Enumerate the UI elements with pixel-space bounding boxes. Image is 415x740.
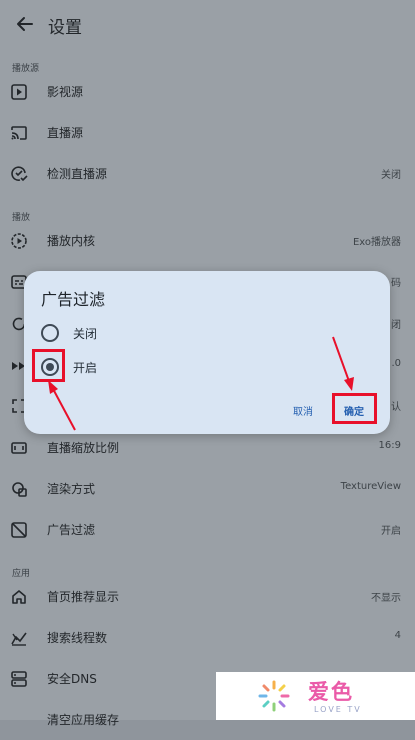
watermark-subtext: LOVE TV bbox=[314, 705, 362, 714]
annotation-arrow-radio bbox=[51, 386, 76, 431]
flower-icon bbox=[258, 680, 290, 712]
watermark-text: 爱色 bbox=[308, 680, 354, 704]
watermark-logo: 爱色 LOVE TV bbox=[216, 672, 415, 720]
annotation-arrow-confirm bbox=[332, 336, 351, 385]
annotation-arrows bbox=[48, 336, 354, 431]
